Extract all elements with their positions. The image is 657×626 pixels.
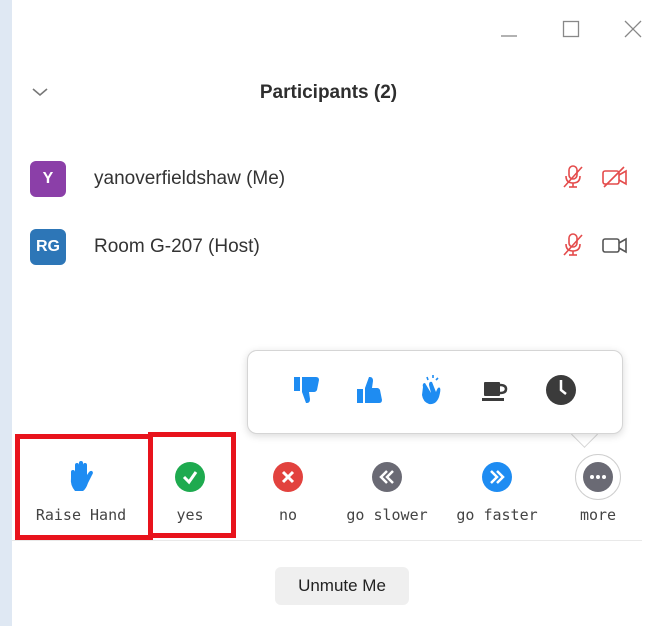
close-icon[interactable]	[623, 19, 643, 39]
unmute-me-button[interactable]: Unmute Me	[275, 567, 409, 605]
highlight-yes	[148, 432, 236, 538]
more-button[interactable]: more	[562, 452, 634, 532]
muted-microphone-icon[interactable]	[560, 232, 586, 263]
go-faster-label: go faster	[456, 506, 538, 524]
video-off-icon[interactable]	[600, 164, 630, 195]
no-x-icon	[273, 462, 303, 492]
no-button[interactable]: no	[252, 452, 324, 532]
thumbs-up-icon[interactable]	[355, 373, 385, 412]
avatar: Y	[30, 161, 66, 197]
participant-name: Room G-207 (Host)	[94, 236, 260, 257]
participant-name: yanoverfieldshaw (Me)	[94, 168, 286, 189]
coffee-icon[interactable]	[479, 374, 511, 411]
go-faster-button[interactable]: go faster	[450, 452, 544, 532]
go-slower-button[interactable]: go slower	[340, 452, 434, 532]
reactions-popup	[247, 350, 623, 434]
highlight-raise-hand	[15, 434, 153, 540]
maximize-icon[interactable]	[561, 19, 581, 39]
divider	[12, 540, 642, 541]
participants-title: Participants (2)	[259, 82, 398, 103]
go-slower-icon	[372, 462, 402, 492]
go-slower-label: go slower	[346, 506, 428, 524]
no-label: no	[278, 506, 298, 524]
muted-microphone-icon[interactable]	[560, 164, 586, 195]
avatar: RG	[30, 229, 66, 265]
go-faster-icon	[482, 462, 512, 492]
thumbs-down-icon[interactable]	[292, 373, 322, 412]
clap-icon[interactable]	[417, 373, 447, 412]
minimize-icon[interactable]	[499, 19, 519, 39]
participants-list: Y yanoverfieldshaw (Me) RG Room G-207 (H…	[30, 145, 630, 281]
window-controls	[499, 14, 643, 44]
more-label: more	[579, 506, 617, 524]
more-icon	[575, 454, 621, 500]
participant-row[interactable]: RG Room G-207 (Host)	[30, 213, 630, 281]
video-camera-icon[interactable]	[600, 232, 630, 263]
participant-row[interactable]: Y yanoverfieldshaw (Me)	[30, 145, 630, 213]
clock-icon[interactable]	[544, 373, 578, 412]
